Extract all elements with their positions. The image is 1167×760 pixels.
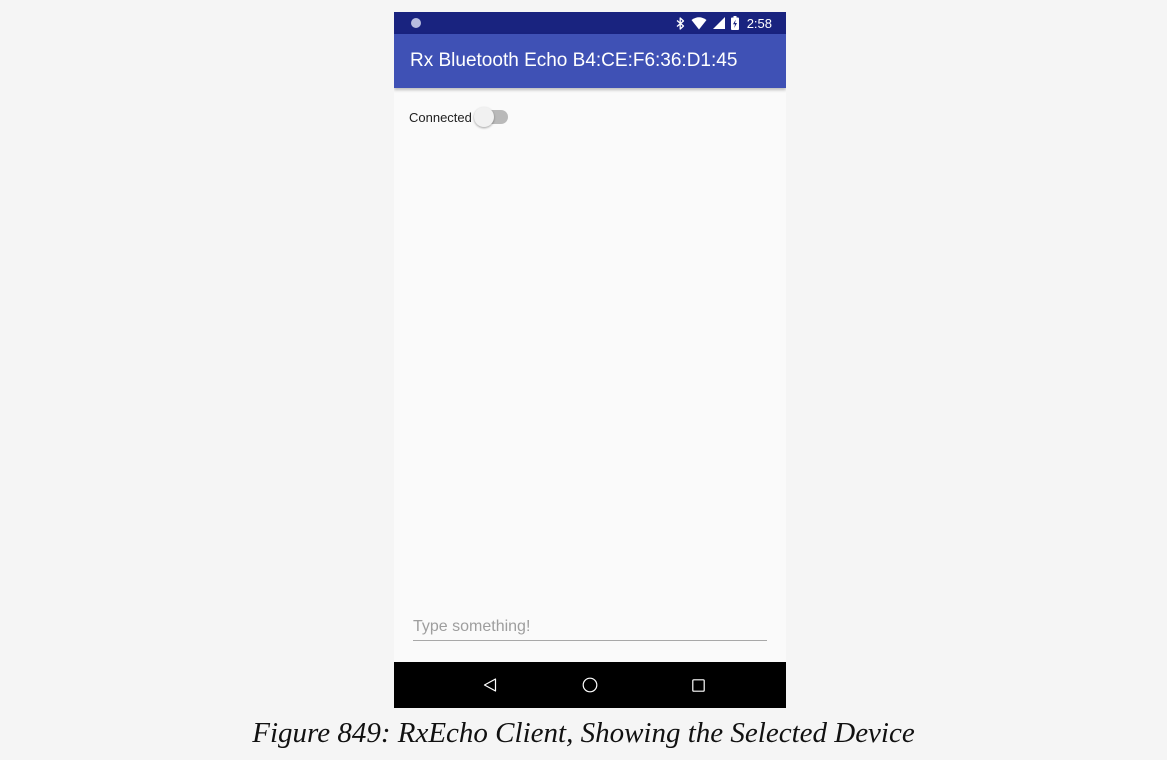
status-bar: 2:58	[394, 12, 786, 34]
connection-label: Connected	[409, 109, 472, 125]
wifi-icon	[691, 16, 707, 30]
switch-thumb	[473, 107, 494, 127]
home-icon[interactable]	[577, 672, 603, 698]
status-time: 2:58	[746, 15, 772, 31]
message-input[interactable]	[413, 615, 767, 639]
app-bar: Rx Bluetooth Echo B4:CE:F6:36:D1:45	[394, 34, 786, 88]
bluetooth-icon	[676, 16, 685, 30]
phone-screen: 2:58 Rx Bluetooth Echo B4:CE:F6:36:D1:45…	[394, 12, 786, 708]
navigation-bar	[394, 662, 786, 708]
message-input-container	[413, 615, 767, 641]
status-icons: 2:58	[676, 12, 772, 34]
connection-row: Connected	[409, 107, 508, 127]
battery-charging-icon	[730, 16, 739, 30]
app-title: Rx Bluetooth Echo B4:CE:F6:36:D1:45	[410, 50, 738, 71]
figure-caption: Figure 849: RxEcho Client, Showing the S…	[252, 717, 915, 749]
connection-switch[interactable]	[473, 107, 508, 127]
back-icon[interactable]	[477, 672, 503, 698]
notification-dot-icon	[411, 18, 421, 28]
signal-icon	[712, 17, 725, 29]
recents-icon[interactable]	[685, 672, 711, 698]
